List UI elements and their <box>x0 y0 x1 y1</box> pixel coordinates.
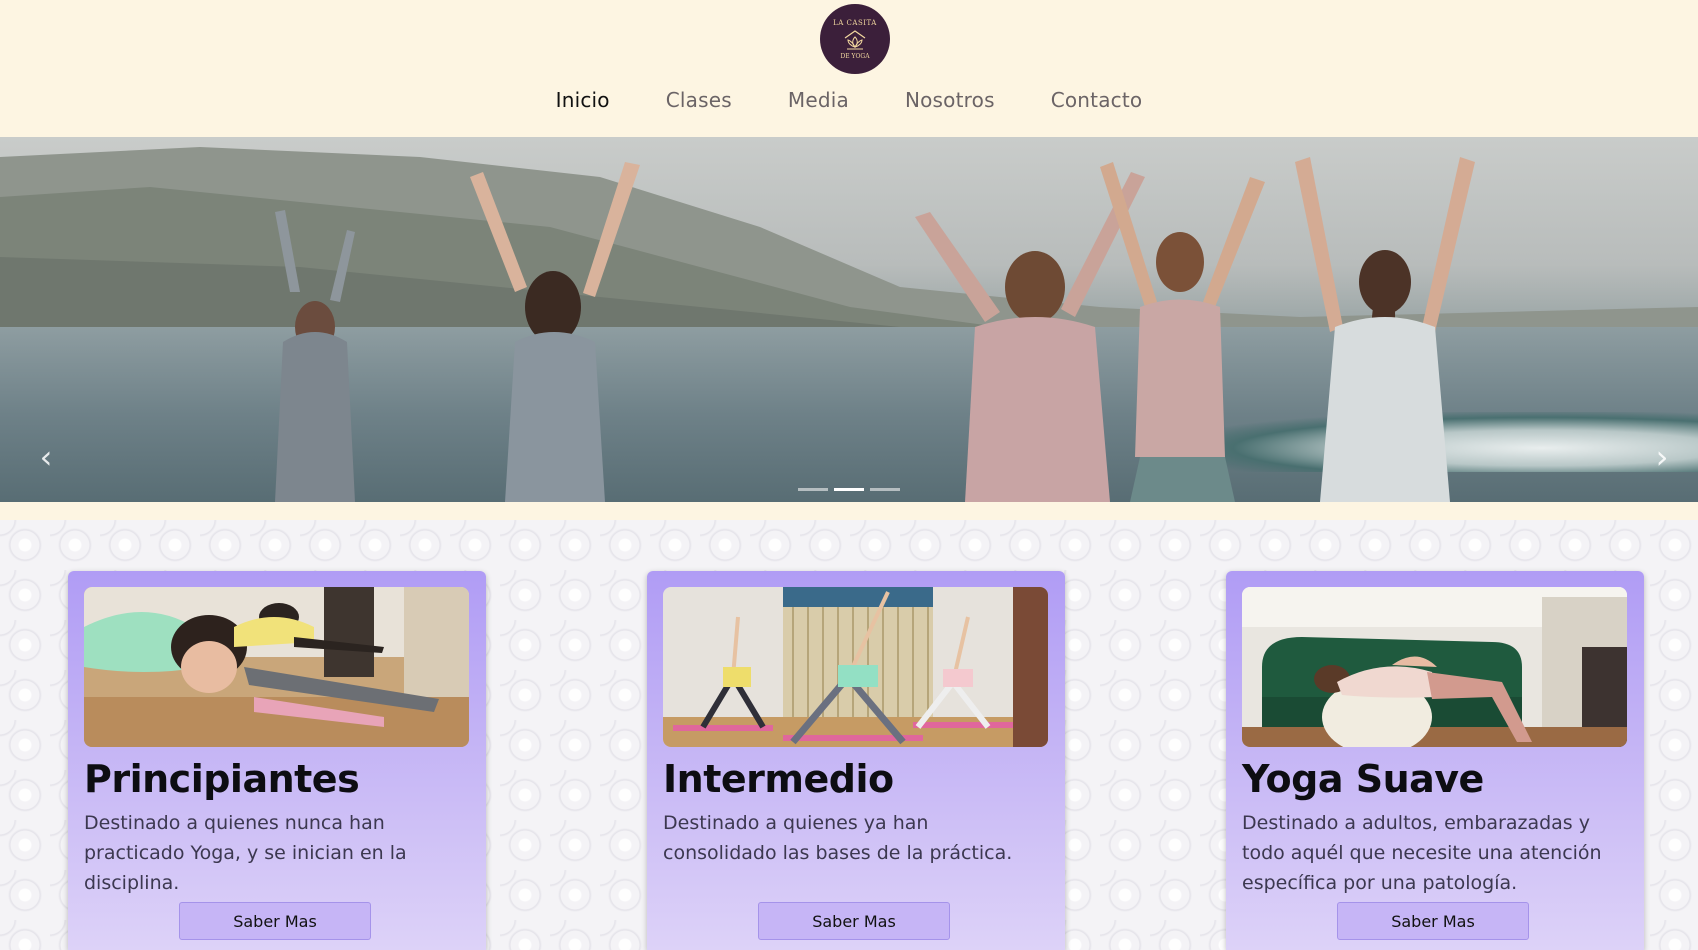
logo-text-bottom: DE YOGA <box>840 52 870 60</box>
card-image <box>84 587 469 747</box>
site-logo[interactable]: LA CASITA DE YOGA <box>820 4 890 74</box>
card-title: Yoga Suave <box>1242 757 1484 801</box>
hero-carousel: ‹ › <box>0 137 1698 502</box>
logo-text-top: LA CASITA <box>833 18 877 27</box>
card-image <box>1242 587 1627 747</box>
carousel-next-button[interactable]: › <box>1642 437 1682 477</box>
class-card-principiantes: Principiantes Destinado a quienes nunca … <box>68 571 486 950</box>
nav-item-inicio[interactable]: Inicio <box>556 88 610 112</box>
chevron-right-icon: › <box>1655 438 1669 476</box>
hero-divider <box>0 502 1698 520</box>
card-description: Destinado a quienes ya han consolidado l… <box>663 812 1013 864</box>
card-description: Destinado a quienes nunca han practicado… <box>84 812 407 894</box>
carousel-indicators <box>0 488 1698 491</box>
saber-mas-button[interactable]: Saber Mas <box>758 902 950 940</box>
hero-image-person <box>1100 162 1265 502</box>
main-nav: Inicio Clases Media Nosotros Contacto <box>0 88 1698 112</box>
saber-mas-button[interactable]: Saber Mas <box>1337 902 1529 940</box>
hero-image-person <box>470 162 640 502</box>
carousel-indicator[interactable] <box>798 488 828 491</box>
card-description: Destinado a adultos, embarazadas y todo … <box>1242 812 1602 894</box>
nav-item-contacto[interactable]: Contacto <box>1051 88 1143 112</box>
class-card-yoga-suave: Yoga Suave Destinado a adultos, embaraza… <box>1226 571 1644 950</box>
lotus-icon <box>844 29 866 49</box>
saber-mas-button[interactable]: Saber Mas <box>179 902 371 940</box>
carousel-indicator-active[interactable] <box>834 488 864 491</box>
carousel-prev-button[interactable]: ‹ <box>26 437 66 477</box>
card-title: Intermedio <box>663 757 894 801</box>
class-card-intermedio: Intermedio Destinado a quienes ya han co… <box>647 571 1065 950</box>
card-image <box>663 587 1048 747</box>
card-title: Principiantes <box>84 757 360 801</box>
nav-item-clases[interactable]: Clases <box>666 88 732 112</box>
nav-item-nosotros[interactable]: Nosotros <box>905 88 995 112</box>
chevron-left-icon: ‹ <box>39 438 53 476</box>
nav-item-media[interactable]: Media <box>788 88 849 112</box>
hero-image-person <box>275 210 355 502</box>
carousel-indicator[interactable] <box>870 488 900 491</box>
hero-image-person <box>1295 157 1475 502</box>
site-header: LA CASITA DE YOGA Inicio Clases Media No… <box>0 0 1698 137</box>
